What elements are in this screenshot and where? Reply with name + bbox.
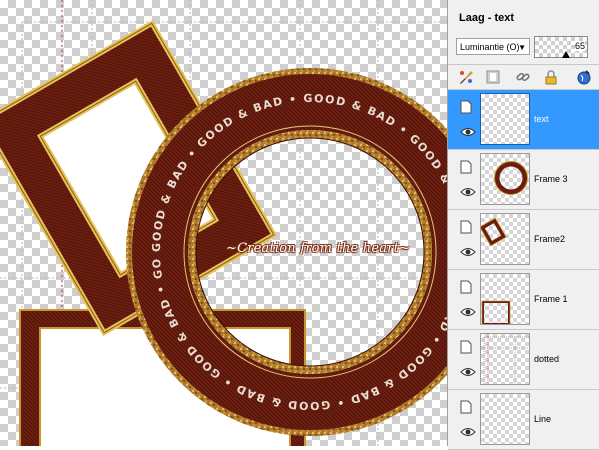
ring-text-layer: GOOD & BAD • GOOD & BAD • GOOD & BAD • G… [0, 0, 447, 412]
brush-icon[interactable] [458, 69, 474, 85]
globe-icon[interactable] [576, 69, 592, 85]
layer-page-icon[interactable] [460, 340, 472, 354]
ring-text: GOOD & BAD • GOOD & BAD • GOOD & BAD • G… [0, 0, 447, 412]
layers-panel: Laag - text Luminantie (O) ▼ 65 text Fra… [447, 0, 599, 450]
layer-name: text [534, 114, 549, 124]
layer-row-frame-2[interactable]: Frame2 [448, 210, 599, 270]
lock-icon[interactable] [543, 69, 559, 85]
opacity-slider[interactable]: 65 [534, 36, 588, 58]
layer-thumbnail [480, 273, 530, 325]
layer-page-icon[interactable] [460, 100, 472, 114]
panel-title: Laag - text [459, 12, 515, 24]
layer-thumbnail [480, 153, 530, 205]
layer-row-frame-1[interactable]: Frame 1 [448, 270, 599, 330]
layer-row-line[interactable]: Line [448, 390, 599, 450]
eye-icon[interactable] [460, 186, 476, 198]
layer-row-dotted[interactable]: dotted [448, 330, 599, 390]
layer-thumbnail [480, 393, 530, 445]
link-icon[interactable] [515, 69, 531, 85]
opacity-marker-icon [562, 51, 570, 58]
layer-toolbar [448, 64, 599, 90]
layer-page-icon[interactable] [460, 400, 472, 414]
layer-name: Frame2 [534, 234, 566, 244]
layer-thumbnail [480, 333, 530, 385]
eye-icon[interactable] [460, 426, 476, 438]
eye-icon[interactable] [460, 306, 476, 318]
layer-thumbnail [480, 213, 530, 265]
eye-icon[interactable] [460, 246, 476, 258]
layer-page-icon[interactable] [460, 160, 472, 174]
mask-icon[interactable] [485, 69, 501, 85]
layer-page-icon[interactable] [460, 220, 472, 234]
layer-name: Frame 1 [534, 294, 568, 304]
eye-icon[interactable] [460, 126, 476, 138]
layer-row-frame-3[interactable]: Frame 3 [448, 150, 599, 210]
eye-icon[interactable] [460, 366, 476, 378]
layer-page-icon[interactable] [460, 280, 472, 294]
image-canvas[interactable]: GOOD & BAD • GOOD & BAD • GOOD & BAD • G… [0, 0, 447, 446]
svg-text:GOOD & BAD • GOOD & BAD •: GOOD & BAD • GOOD & BAD • GOOD & BAD • G… [0, 0, 447, 412]
layer-name: dotted [534, 354, 560, 364]
chevron-down-icon: ▼ [518, 43, 526, 52]
layer-row-text[interactable]: text [448, 90, 599, 150]
blend-mode-value: Luminantie (O) [460, 42, 520, 52]
watermark-text: ~Creation from the heart~ [226, 241, 411, 256]
blend-mode-select[interactable]: Luminantie (O) ▼ [456, 38, 530, 55]
layer-thumbnail [480, 93, 530, 145]
layer-name: Frame 3 [534, 174, 568, 184]
layer-name: Line [534, 414, 552, 424]
layers-list: text Frame 3 Frame2 Frame 1 dotted Line [448, 90, 599, 450]
opacity-value: 65 [574, 41, 585, 51]
